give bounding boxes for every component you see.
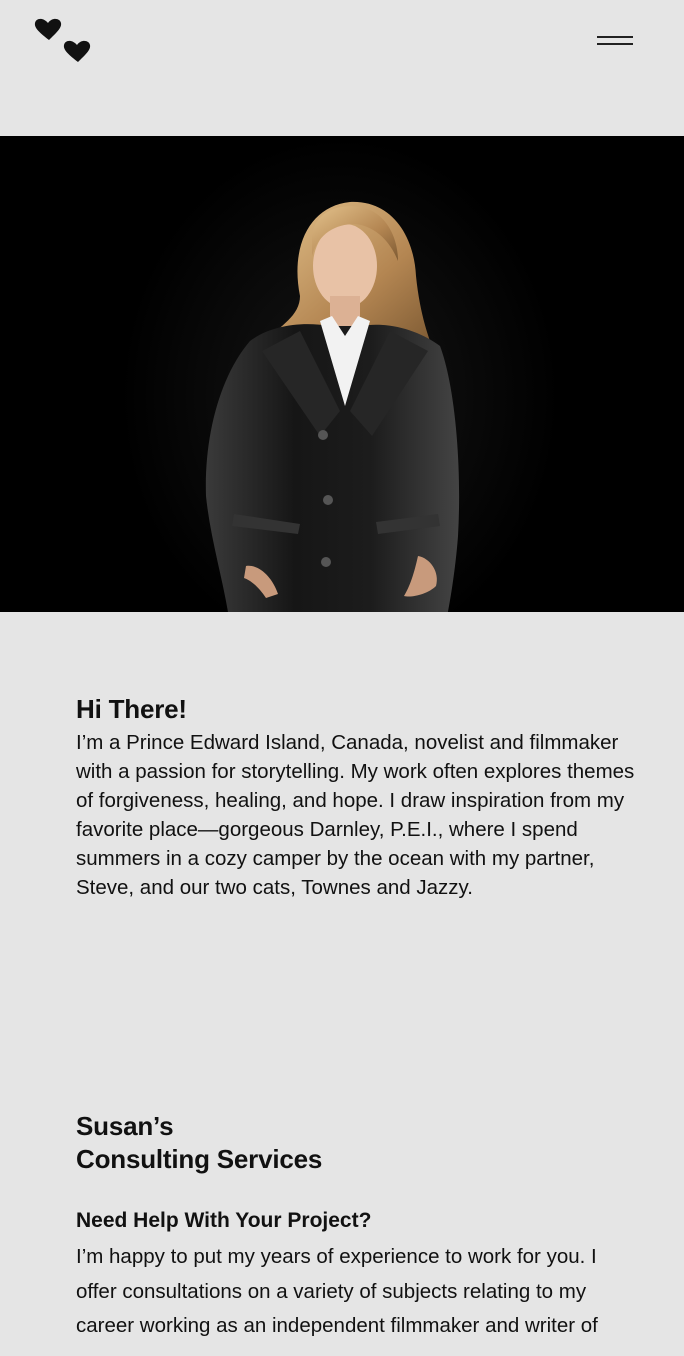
intro-section: Hi There! I’m a Prince Edward Island, Ca… [76, 692, 636, 902]
hero-portrait-image [0, 136, 684, 612]
services-section: Susan’s Consulting Services Need Help Wi… [76, 1110, 636, 1344]
intro-heading: Hi There! [76, 694, 187, 724]
services-subheading: Need Help With Your Project? [76, 1209, 372, 1232]
intro-paragraph: I’m a Prince Edward Island, Canada, nove… [76, 731, 635, 899]
menu-bar-top [597, 36, 633, 38]
services-heading: Susan’s Consulting Services [76, 1110, 636, 1176]
hamburger-menu-icon[interactable] [594, 30, 636, 50]
hearts-logo-icon[interactable] [32, 14, 98, 66]
site-header [0, 0, 684, 136]
services-heading-line2: Consulting Services [76, 1144, 323, 1174]
services-paragraph: I’m happy to put my years of experience … [76, 1245, 598, 1337]
page: Hi There! I’m a Prince Edward Island, Ca… [0, 0, 684, 1356]
menu-bar-bottom [597, 43, 633, 45]
services-heading-line1: Susan’s [76, 1111, 174, 1141]
